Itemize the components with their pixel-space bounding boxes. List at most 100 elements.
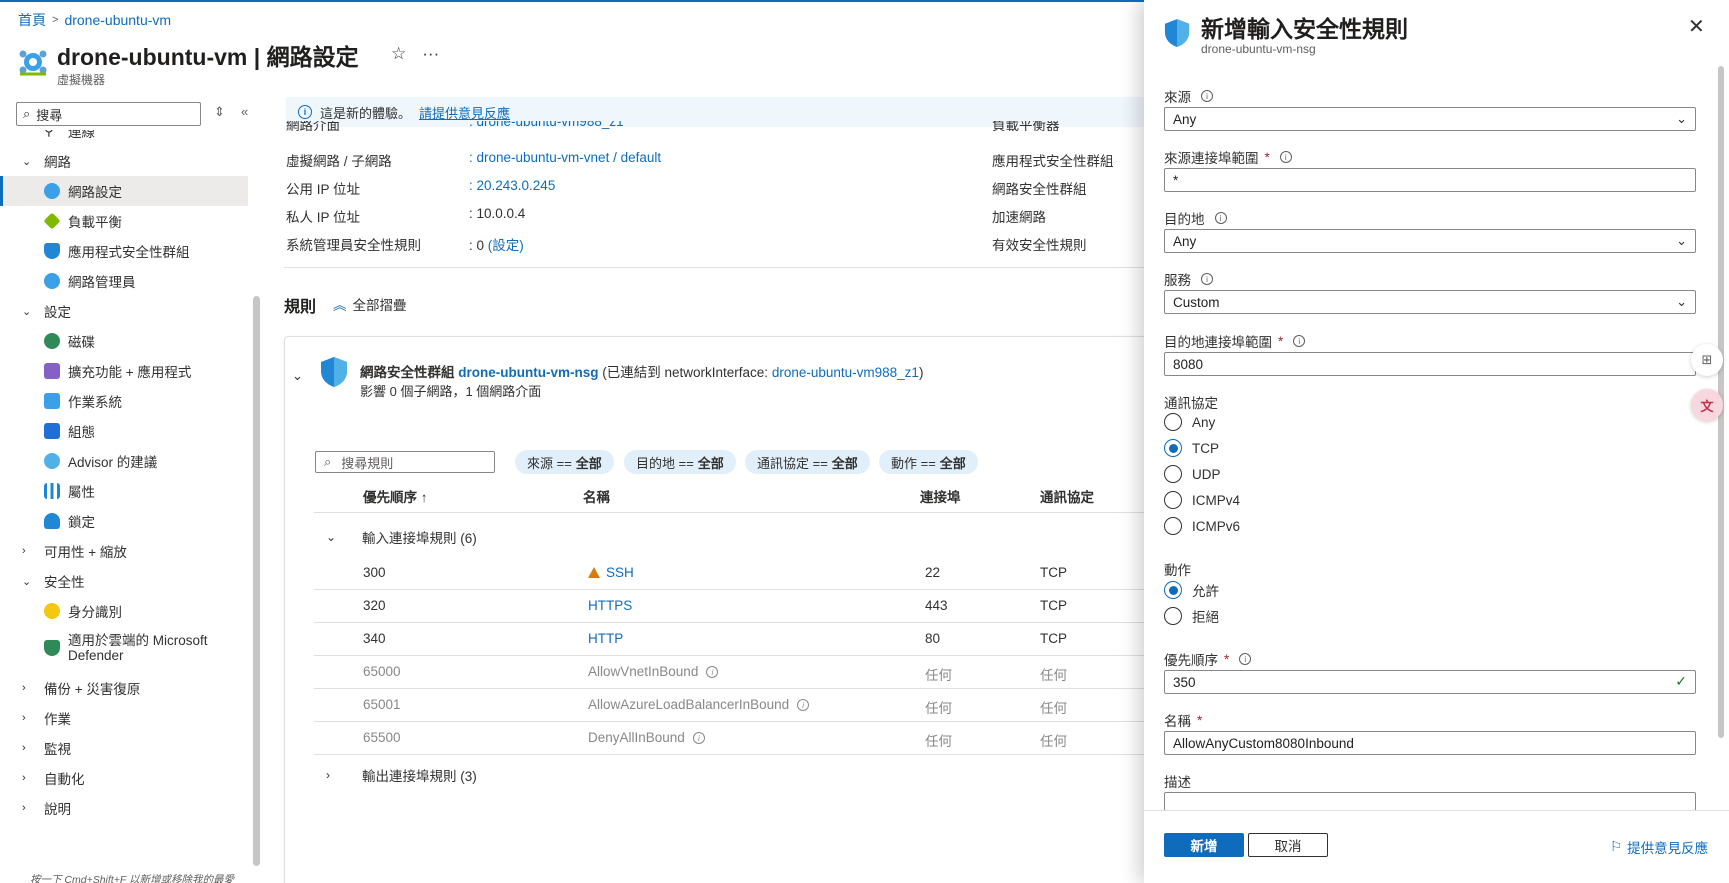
rule-name-link[interactable]: HTTPS bbox=[588, 598, 632, 613]
info-icon[interactable]: i bbox=[1239, 653, 1252, 665]
column-name[interactable]: 名稱 bbox=[583, 486, 610, 506]
vnet-link[interactable]: : drone-ubuntu-vm-vnet / default bbox=[469, 150, 661, 165]
banner-feedback-link[interactable]: 請提供意見反應 bbox=[419, 103, 510, 122]
column-protocol[interactable]: 通訊協定 bbox=[1040, 486, 1094, 506]
protocol-radio-icmpv6[interactable]: ICMPv6 bbox=[1164, 517, 1240, 535]
info-icon[interactable]: i bbox=[1279, 151, 1292, 163]
admin-rules-settings-link[interactable]: (設定) bbox=[488, 238, 524, 253]
sidebar-scrollbar[interactable] bbox=[253, 296, 260, 866]
source-ports-input[interactable]: * bbox=[1164, 168, 1696, 192]
close-icon[interactable]: ✕ bbox=[1688, 14, 1705, 39]
public-ip-link[interactable]: : 20.243.0.245 bbox=[469, 178, 555, 193]
info-icon[interactable]: i bbox=[692, 732, 705, 745]
protocol-radio-tcp[interactable]: TCP bbox=[1164, 439, 1219, 457]
collapse-all-button[interactable]: ︽ 全部摺疊 bbox=[333, 294, 407, 314]
rule-name-input[interactable]: AllowAnyCustom8080Inbound bbox=[1164, 731, 1696, 755]
table-row[interactable]: 65001 AllowAzureLoadBalancerInBound i 任何 … bbox=[314, 688, 1164, 721]
radio-circle bbox=[1164, 413, 1182, 431]
info-icon[interactable]: i bbox=[1293, 335, 1306, 347]
protocol-radio-icmpv4[interactable]: ICMPv4 bbox=[1164, 491, 1240, 509]
info-icon[interactable]: i bbox=[797, 699, 810, 712]
destination-select[interactable]: Any ⌄ bbox=[1164, 229, 1696, 253]
sidebar-item-defender[interactable]: 適用於雲端的 Microsoft Defender bbox=[0, 630, 248, 666]
chevron-down-icon[interactable]: ⌄ bbox=[292, 368, 303, 384]
sort-icon[interactable]: ⇕ bbox=[214, 104, 225, 120]
star-icon[interactable]: ☆ bbox=[391, 44, 406, 64]
sidebar-group-help[interactable]: › 說明 bbox=[0, 793, 248, 823]
sidebar-group-backup[interactable]: › 備份 + 災害復原 bbox=[0, 673, 248, 703]
sidebar-item-network-manager[interactable]: 網路管理員 bbox=[0, 266, 248, 296]
sidebar-item-identity[interactable]: 身分識別 bbox=[0, 596, 248, 626]
add-button[interactable]: 新增 bbox=[1164, 833, 1244, 857]
sidebar-group-settings[interactable]: ⌄ 設定 bbox=[0, 296, 248, 326]
collapse-sidebar-icon[interactable]: « bbox=[241, 104, 248, 119]
sidebar-item-disks[interactable]: 磁碟 bbox=[0, 326, 248, 356]
filter-source[interactable]: 來源 == 全部 bbox=[515, 450, 614, 474]
more-icon[interactable]: ··· bbox=[422, 44, 439, 64]
table-row[interactable]: 320 HTTPS 443 TCP bbox=[314, 589, 1164, 622]
info-icon[interactable]: i bbox=[1201, 90, 1213, 102]
table-row[interactable]: 300 SSH 22 TCP bbox=[314, 556, 1164, 589]
priority-input[interactable]: 350 ✓ bbox=[1164, 670, 1696, 694]
sidebar-item-connect[interactable]: ⚲ 連線 bbox=[0, 130, 248, 146]
network-interface-link[interactable]: drone-ubuntu-vm988_z1 bbox=[772, 365, 919, 380]
rule-search-input[interactable]: ⌕ 搜尋規則 bbox=[315, 451, 495, 473]
service-select[interactable]: Custom ⌄ bbox=[1164, 290, 1696, 314]
translate-icon[interactable]: 文 bbox=[1691, 389, 1723, 421]
action-radio-allow[interactable]: 允許 bbox=[1164, 580, 1219, 600]
load-balancer-icon bbox=[43, 212, 61, 230]
sidebar-item-network-settings[interactable]: 網路設定 bbox=[0, 176, 248, 206]
sidebar-group-networking[interactable]: ⌄ 網路 bbox=[0, 146, 248, 176]
action-radio-deny[interactable]: 拒絕 bbox=[1164, 606, 1219, 626]
sidebar-search-input[interactable]: ⌕ 搜尋 bbox=[16, 102, 201, 126]
sidebar-item-properties[interactable]: 屬性 bbox=[0, 476, 248, 506]
rule-name-link[interactable]: HTTP bbox=[588, 631, 623, 646]
table-row[interactable]: 65000 AllowVnetInBound i 任何 任何 bbox=[314, 655, 1164, 688]
source-select[interactable]: Any ⌄ bbox=[1164, 107, 1696, 131]
column-priority[interactable]: 優先順序 ↑ bbox=[363, 486, 428, 506]
chevron-right-icon: > bbox=[52, 14, 59, 26]
feedback-link[interactable]: ⚐ 提供意見反應 bbox=[1610, 837, 1708, 857]
sidebar-item-operating-system[interactable]: 作業系統 bbox=[0, 386, 248, 416]
radio-circle bbox=[1164, 607, 1182, 625]
sidebar-group-automation[interactable]: › 自動化 bbox=[0, 763, 248, 793]
apps-grid-icon[interactable]: ⊞ bbox=[1691, 344, 1723, 376]
column-port[interactable]: 連接埠 bbox=[920, 486, 961, 506]
sidebar-item-advisor[interactable]: Advisor 的建議 bbox=[0, 446, 248, 476]
sidebar-item-extensions[interactable]: 擴充功能 + 應用程式 bbox=[0, 356, 248, 386]
info-icon[interactable]: i bbox=[1201, 273, 1213, 285]
filter-protocol[interactable]: 通訊協定 == 全部 bbox=[745, 450, 870, 474]
destination-ports-input[interactable]: 8080 bbox=[1164, 352, 1696, 376]
prop-public-ip: 公用 IP 位址 : 20.243.0.245 網路安全性群組 bbox=[286, 178, 1087, 197]
filter-destination[interactable]: 目的地 == 全部 bbox=[624, 450, 736, 474]
page-subtitle: 虛擬機器 bbox=[57, 73, 106, 87]
table-row[interactable]: 340 HTTP 80 TCP bbox=[314, 622, 1164, 655]
info-icon[interactable]: i bbox=[706, 666, 719, 679]
breadcrumb-current[interactable]: drone-ubuntu-vm bbox=[64, 12, 171, 28]
breadcrumb-home[interactable]: 首頁 bbox=[18, 10, 46, 30]
chevron-down-icon: ⌄ bbox=[1676, 111, 1687, 126]
sidebar-group-monitoring[interactable]: › 監視 bbox=[0, 733, 248, 763]
nsg-name-link[interactable]: drone-ubuntu-vm-nsg bbox=[458, 365, 598, 380]
sidebar-group-operations[interactable]: › 作業 bbox=[0, 703, 248, 733]
sidebar-item-load-balancing[interactable]: 負載平衡 bbox=[0, 206, 248, 236]
outbound-rules-group[interactable]: › 輸出連接埠規則 (3) bbox=[314, 759, 1164, 791]
inbound-rules-group[interactable]: ⌄ 輸入連接埠規則 (6) bbox=[314, 521, 1164, 553]
protocol-radio-udp[interactable]: UDP bbox=[1164, 465, 1221, 483]
protocol-radio-any[interactable]: Any bbox=[1164, 413, 1215, 431]
filter-action[interactable]: 動作 == 全部 bbox=[879, 450, 978, 474]
info-icon[interactable]: i bbox=[1214, 212, 1227, 224]
chevron-down-icon: ⌄ bbox=[22, 305, 32, 318]
sidebar-item-app-security-groups[interactable]: 應用程式安全性群組 bbox=[0, 236, 248, 266]
sidebar-item-locks[interactable]: 鎖定 bbox=[0, 506, 248, 536]
table-row[interactable]: 65500 DenyAllInBound i 任何 任何 bbox=[314, 721, 1164, 754]
chevron-up-double-icon: ︽ bbox=[333, 298, 347, 313]
sidebar-group-security[interactable]: ⌄ 安全性 bbox=[0, 566, 248, 596]
rule-name-link[interactable]: SSH bbox=[606, 565, 634, 580]
sidebar-hint: 按一下 Cmd+Shift+F 以新增或移除我的最愛 bbox=[30, 874, 235, 883]
sidebar-group-availability[interactable]: › 可用性 + 縮放 bbox=[0, 536, 248, 566]
sidebar-item-configuration[interactable]: 組態 bbox=[0, 416, 248, 446]
cancel-button[interactable]: 取消 bbox=[1248, 833, 1328, 857]
destination-label: 目的地 i bbox=[1164, 208, 1227, 228]
protocol-label: 通訊協定 bbox=[1164, 396, 1218, 411]
